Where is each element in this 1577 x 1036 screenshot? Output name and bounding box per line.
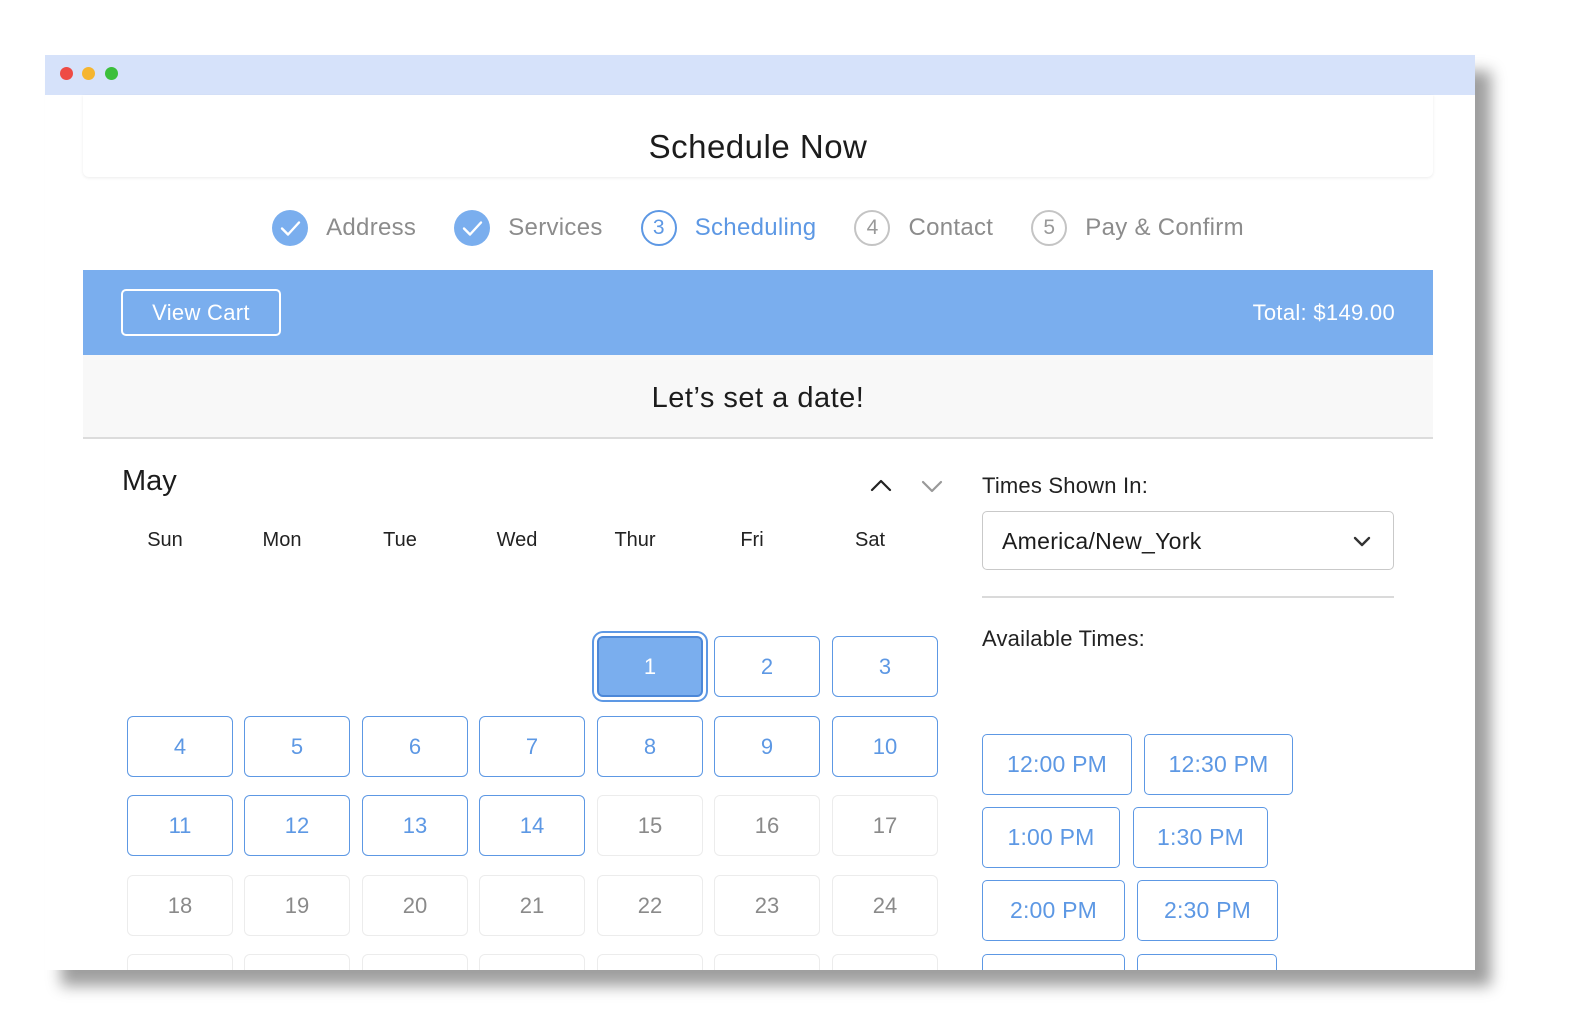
time-slot-button[interactable]: 2:30 PM <box>1137 880 1278 941</box>
step-contact[interactable]: 4 Contact <box>854 209 994 246</box>
step-services[interactable]: Services <box>454 209 603 246</box>
time-slot-button[interactable]: 12:30 PM <box>1144 734 1293 795</box>
calendar-day-22: 22 <box>597 875 703 936</box>
weekday-sun: Sun <box>147 529 183 551</box>
weekday-header: Sun Mon Tue Wed Thur Fri Sat <box>83 529 953 559</box>
timezone-select[interactable]: America/New_York <box>982 511 1394 570</box>
calendar-day-5[interactable]: 5 <box>244 716 350 777</box>
time-panel: Times Shown In: America/New_York Availab… <box>982 439 1394 970</box>
page-title: Schedule Now <box>648 128 868 165</box>
time-slot-button[interactable]: 2:00 PM <box>982 880 1125 941</box>
calendar-day-8[interactable]: 8 <box>597 716 703 777</box>
step-scheduling[interactable]: 3 Scheduling <box>640 209 817 246</box>
view-cart-button[interactable]: View Cart <box>121 289 281 336</box>
date-banner: Let’s set a date! <box>83 355 1433 439</box>
window-titlebar <box>45 55 1475 95</box>
cart-total: Total: $149.00 <box>1252 300 1395 325</box>
calendar: May Sun Mon Tue Wed Thur Fri Sat 1 2 3 4 5 6 7 8 9 10 11… <box>83 439 953 970</box>
weekday-sat: Sat <box>854 529 886 551</box>
check-icon <box>272 209 309 246</box>
calendar-day-21: 21 <box>479 875 585 936</box>
calendar-day-11[interactable]: 11 <box>127 795 233 856</box>
section-heading: Let’s set a date! <box>651 382 865 414</box>
calendar-day-13[interactable]: 13 <box>362 795 468 856</box>
maximize-window-button[interactable] <box>105 67 118 80</box>
header-card: Schedule Now <box>83 95 1433 177</box>
calendar-month: May <box>122 465 177 497</box>
progress-stepper: Address Services 3 Scheduling 4 Contact 5 Pay &… <box>83 185 1433 270</box>
divider <box>982 596 1394 598</box>
calendar-day-23: 23 <box>714 875 820 936</box>
calendar-day-25: 25 <box>127 954 233 970</box>
close-window-button[interactable] <box>60 67 73 80</box>
weekday-thur: Thur <box>614 529 656 551</box>
calendar-day-27: 27 <box>362 954 468 970</box>
time-slot-button[interactable]: 1:30 PM <box>1133 807 1268 868</box>
calendar-day-10[interactable]: 10 <box>832 716 938 777</box>
calendar-day-4[interactable]: 4 <box>127 716 233 777</box>
step-label: Scheduling <box>694 213 817 241</box>
weekday-fri: Fri <box>740 529 764 551</box>
cart-bar: View Cart Total: $149.00 <box>83 270 1433 355</box>
step-label: Contact <box>908 213 994 241</box>
weekday-mon: Mon <box>262 529 302 551</box>
step-address[interactable]: Address <box>272 209 417 246</box>
timezone-value: America/New_York <box>1002 528 1202 554</box>
calendar-day-31: 31 <box>832 954 938 970</box>
chevron-up-icon[interactable] <box>868 473 894 499</box>
time-slot-button[interactable]: 3:00 PM <box>982 954 1125 970</box>
browser-window: Schedule Now Address Services 3 Scheduling 4… <box>45 55 1475 970</box>
step-label: Pay & Confirm <box>1085 213 1244 241</box>
calendar-day-24: 24 <box>832 875 938 936</box>
calendar-day-26: 26 <box>244 954 350 970</box>
step-label: Address <box>326 213 417 241</box>
calendar-day-16: 16 <box>714 795 820 856</box>
time-slot-button[interactable]: 1:00 PM <box>982 807 1120 868</box>
step-label: Services <box>508 213 603 241</box>
chevron-down-icon[interactable] <box>919 473 945 499</box>
calendar-day-12[interactable]: 12 <box>244 795 350 856</box>
calendar-day-30: 30 <box>714 954 820 970</box>
calendar-day-1[interactable]: 1 <box>597 636 703 697</box>
weekday-tue: Tue <box>383 529 417 551</box>
step-number: 3 <box>640 209 677 246</box>
calendar-day-14[interactable]: 14 <box>479 795 585 856</box>
calendar-day-15: 15 <box>597 795 703 856</box>
calendar-day-20: 20 <box>362 875 468 936</box>
calendar-day-28: 28 <box>479 954 585 970</box>
calendar-day-2[interactable]: 2 <box>714 636 820 697</box>
calendar-day-9[interactable]: 9 <box>714 716 820 777</box>
time-slot-button[interactable]: 12:00 PM <box>982 734 1132 795</box>
calendar-day-7[interactable]: 7 <box>479 716 585 777</box>
time-slot-button[interactable]: 3:30 PM <box>1137 954 1277 970</box>
available-times-label: Available Times: <box>982 626 1145 651</box>
step-number: 5 <box>1031 209 1068 246</box>
weekday-wed: Wed <box>496 529 538 551</box>
calendar-day-29: 29 <box>597 954 703 970</box>
calendar-day-17: 17 <box>832 795 938 856</box>
check-icon <box>454 209 491 246</box>
step-pay-confirm[interactable]: 5 Pay & Confirm <box>1031 209 1244 246</box>
timezone-label: Times Shown In: <box>982 473 1149 498</box>
chevron-down-icon <box>1353 536 1371 547</box>
calendar-day-19: 19 <box>244 875 350 936</box>
step-number: 4 <box>854 209 891 246</box>
calendar-day-18: 18 <box>127 875 233 936</box>
minimize-window-button[interactable] <box>82 67 95 80</box>
calendar-day-6[interactable]: 6 <box>362 716 468 777</box>
calendar-day-3[interactable]: 3 <box>832 636 938 697</box>
